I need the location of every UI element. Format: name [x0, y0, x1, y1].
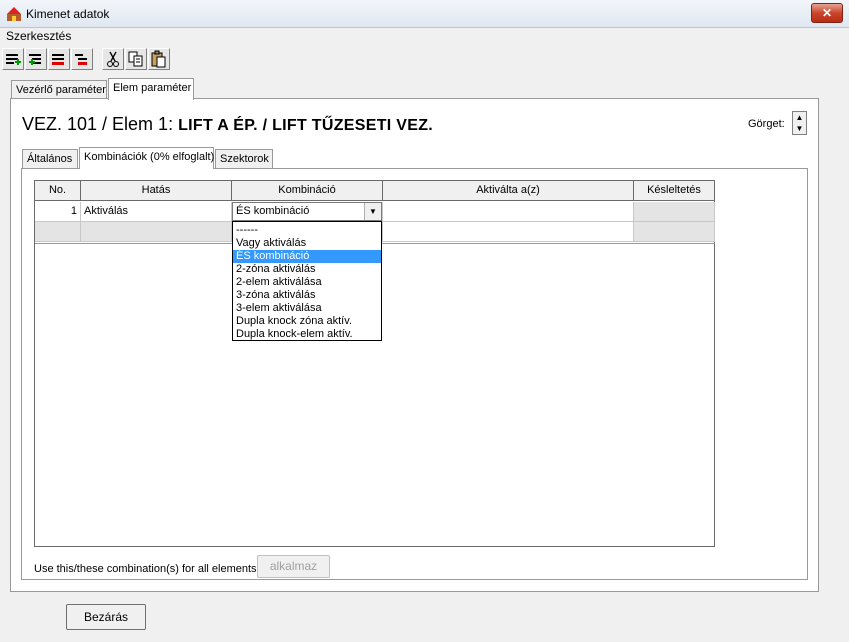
cell-effect[interactable]: Aktiválás: [81, 202, 232, 222]
spin-down-icon[interactable]: ▼: [793, 123, 806, 134]
remove-row-button[interactable]: [71, 48, 93, 70]
copy-icon: [128, 51, 143, 67]
dropdown-option[interactable]: Dupla knock-elem aktív.: [233, 328, 381, 341]
tab-combinations[interactable]: Kombinációk (0% elfoglalt): [79, 147, 214, 169]
tab-sectors[interactable]: Szektorok: [215, 149, 273, 169]
col-header-activated-by[interactable]: Aktiválta a(z): [383, 181, 634, 201]
add-row-green-icon: [29, 54, 41, 65]
element-id: VEZ. 101 / Elem 1:: [22, 114, 174, 134]
insert-row-button[interactable]: [2, 48, 24, 70]
dropdown-option[interactable]: Vagy aktiválás: [233, 237, 381, 250]
combination-dropdown-list[interactable]: ------ Vagy aktiválás ÉS kombináció 2-zó…: [232, 221, 382, 341]
add-row-button[interactable]: [25, 48, 47, 70]
dropdown-option[interactable]: 3-elem aktiválása: [233, 302, 381, 315]
dropdown-option[interactable]: 2-zóna aktiválás: [233, 263, 381, 276]
menu-edit[interactable]: Szerkesztés: [6, 29, 71, 43]
copy-button[interactable]: [125, 48, 147, 70]
dropdown-option-selected[interactable]: ÉS kombináció: [233, 250, 381, 263]
cut-icon: [107, 51, 119, 67]
scroll-spinner[interactable]: ▲ ▼: [792, 111, 807, 135]
col-header-delay[interactable]: Késleltetés: [634, 181, 715, 201]
cell-delay[interactable]: [634, 202, 715, 222]
new-row-cell[interactable]: [35, 222, 81, 242]
element-name: LIFT A ÉP. / LIFT TŰZESETI VEZ.: [178, 117, 434, 134]
tab-general[interactable]: Általános: [22, 149, 78, 169]
tab-controller-params[interactable]: Vezérlő paraméter: [11, 80, 107, 100]
delete-row-button[interactable]: [48, 48, 70, 70]
chevron-down-icon[interactable]: ▼: [364, 203, 381, 220]
close-button[interactable]: Bezárás: [66, 604, 146, 630]
cut-button[interactable]: [102, 48, 124, 70]
tab-element-params[interactable]: Elem paraméter: [108, 78, 194, 100]
scroll-label: Görget:: [748, 118, 785, 130]
delete-row-red-icon: [52, 54, 64, 65]
menu-bar: [0, 28, 849, 46]
new-row-cell[interactable]: [81, 222, 232, 242]
apply-button[interactable]: alkalmaz: [257, 555, 330, 578]
cell-no[interactable]: 1: [35, 202, 81, 222]
new-row-cell[interactable]: [634, 222, 715, 242]
dropdown-option[interactable]: Dupla knock zóna aktív.: [233, 315, 381, 328]
paste-icon: [151, 50, 166, 68]
remove-row-red-icon: [75, 54, 87, 65]
page-title: VEZ. 101 / Elem 1: LIFT A ÉP. / LIFT TŰZ…: [22, 114, 433, 135]
app-icon: [7, 7, 21, 21]
close-icon: ✕: [821, 6, 833, 20]
spin-up-icon[interactable]: ▲: [793, 112, 806, 123]
title-bar: [0, 0, 849, 28]
apply-all-label: Use this/these combination(s) for all el…: [34, 563, 257, 575]
col-header-combination[interactable]: Kombináció: [232, 181, 383, 201]
cell-activated-by[interactable]: [383, 202, 634, 222]
paste-button[interactable]: [148, 48, 170, 70]
dropdown-option[interactable]: ------: [233, 224, 381, 237]
col-header-effect[interactable]: Hatás: [81, 181, 232, 201]
dropdown-option[interactable]: 2-elem aktiválása: [233, 276, 381, 289]
col-header-no[interactable]: No.: [35, 181, 81, 201]
window-title: Kimenet adatok: [26, 7, 110, 21]
dropdown-option[interactable]: 3-zóna aktiválás: [233, 289, 381, 302]
close-window-button[interactable]: ✕: [811, 3, 843, 23]
new-row-cell[interactable]: [383, 222, 634, 242]
combobox-value: ÉS kombináció: [236, 205, 310, 217]
combination-combobox[interactable]: ÉS kombináció ▼: [232, 202, 382, 221]
insert-row-green-icon: [6, 54, 21, 65]
